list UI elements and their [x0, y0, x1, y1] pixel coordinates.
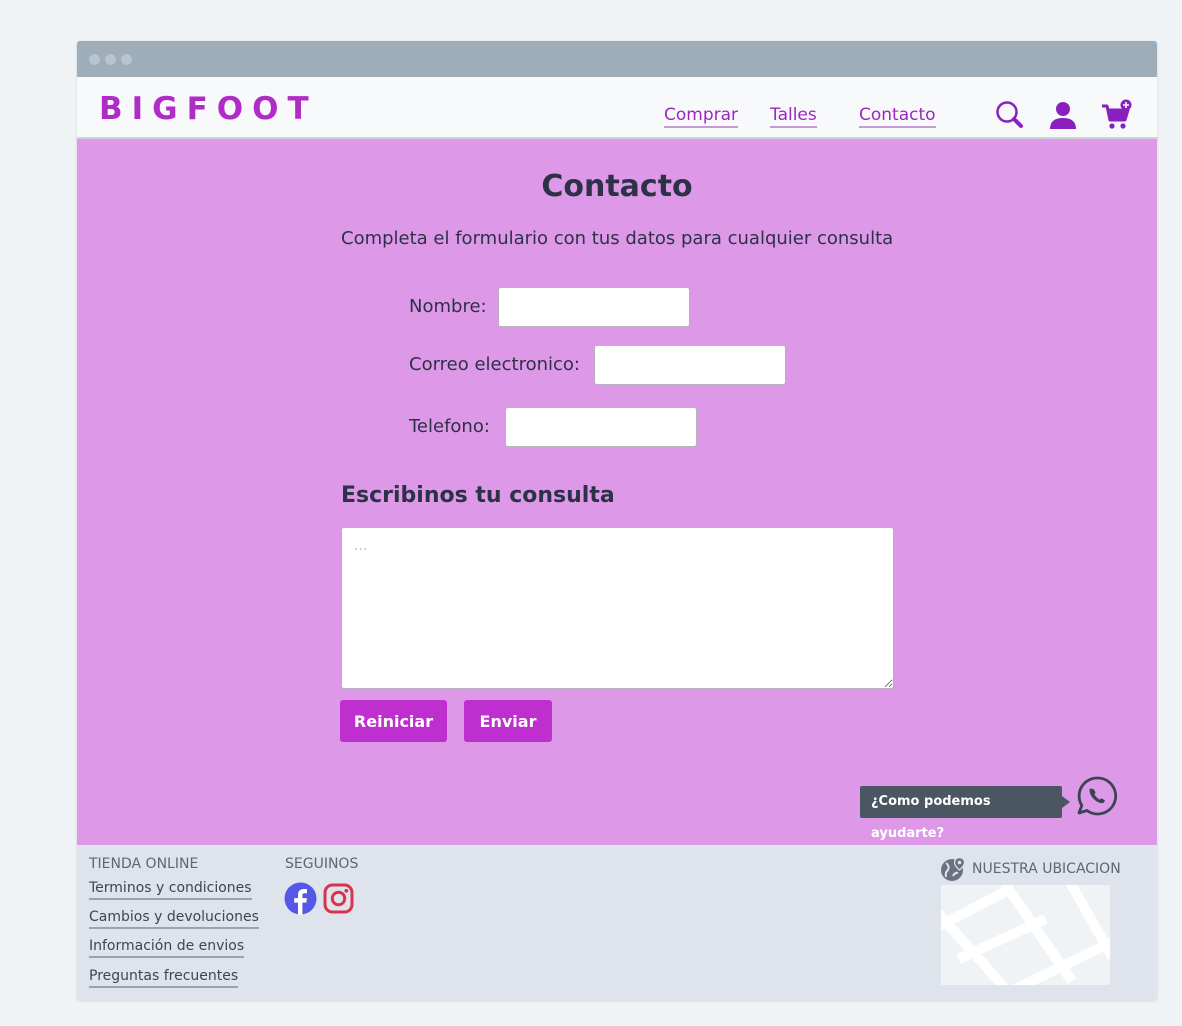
- reset-button[interactable]: Reiniciar: [340, 700, 447, 742]
- contact-section: Contacto Completa el formulario con tus …: [77, 139, 1157, 845]
- user-icon[interactable]: [1047, 99, 1079, 131]
- location-map[interactable]: [941, 885, 1110, 985]
- consulta-title: Escribinos tu consulta: [341, 483, 615, 508]
- browser-window: BIGFOOT Comprar Talles Contacto Contacto…: [77, 41, 1157, 1000]
- footer-link-faq[interactable]: Preguntas frecuentes: [89, 968, 239, 988]
- instagram-icon[interactable]: [322, 882, 355, 915]
- email-label: Correo electronico:: [409, 354, 580, 375]
- phone-label: Telefono:: [409, 416, 490, 437]
- footer-follow-heading: SEGUINOS: [285, 856, 359, 872]
- nav-link-contacto[interactable]: Contacto: [859, 105, 936, 128]
- page-subtitle: Completa el formulario con tus datos par…: [341, 228, 894, 249]
- footer: TIENDA ONLINE Terminos y condiciones Cam…: [77, 845, 1157, 1000]
- cart-add-icon[interactable]: [1100, 99, 1132, 131]
- facebook-icon[interactable]: [284, 882, 317, 915]
- location-heading: NUESTRA UBICACION: [972, 861, 1121, 877]
- nav-link-comprar[interactable]: Comprar: [664, 105, 739, 128]
- window-dot: [121, 54, 132, 65]
- nav-link-talles[interactable]: Talles: [770, 105, 817, 128]
- brand-logo[interactable]: BIGFOOT: [99, 91, 318, 127]
- consulta-textarea[interactable]: [341, 527, 894, 689]
- email-input[interactable]: [594, 345, 786, 385]
- window-dot: [89, 54, 100, 65]
- globe-location-icon: [941, 856, 966, 881]
- footer-link-shipping[interactable]: Información de envios: [89, 938, 245, 958]
- footer-link-returns[interactable]: Cambios y devoluciones: [89, 909, 259, 929]
- name-input[interactable]: [498, 287, 690, 327]
- window-dot: [105, 54, 116, 65]
- footer-link-terms[interactable]: Terminos y condiciones: [89, 880, 252, 900]
- footer-store-heading: TIENDA ONLINE: [89, 856, 199, 872]
- search-icon[interactable]: [994, 99, 1026, 131]
- window-titlebar: [77, 41, 1157, 77]
- phone-input[interactable]: [505, 407, 697, 447]
- help-tooltip: ¿Como podemos ayudarte?: [860, 786, 1070, 841]
- name-label: Nombre:: [409, 296, 487, 317]
- send-button[interactable]: Enviar: [464, 700, 552, 742]
- page-title: Contacto: [541, 169, 693, 204]
- navbar: BIGFOOT Comprar Talles Contacto: [77, 77, 1157, 139]
- whatsapp-icon[interactable]: [1076, 775, 1118, 817]
